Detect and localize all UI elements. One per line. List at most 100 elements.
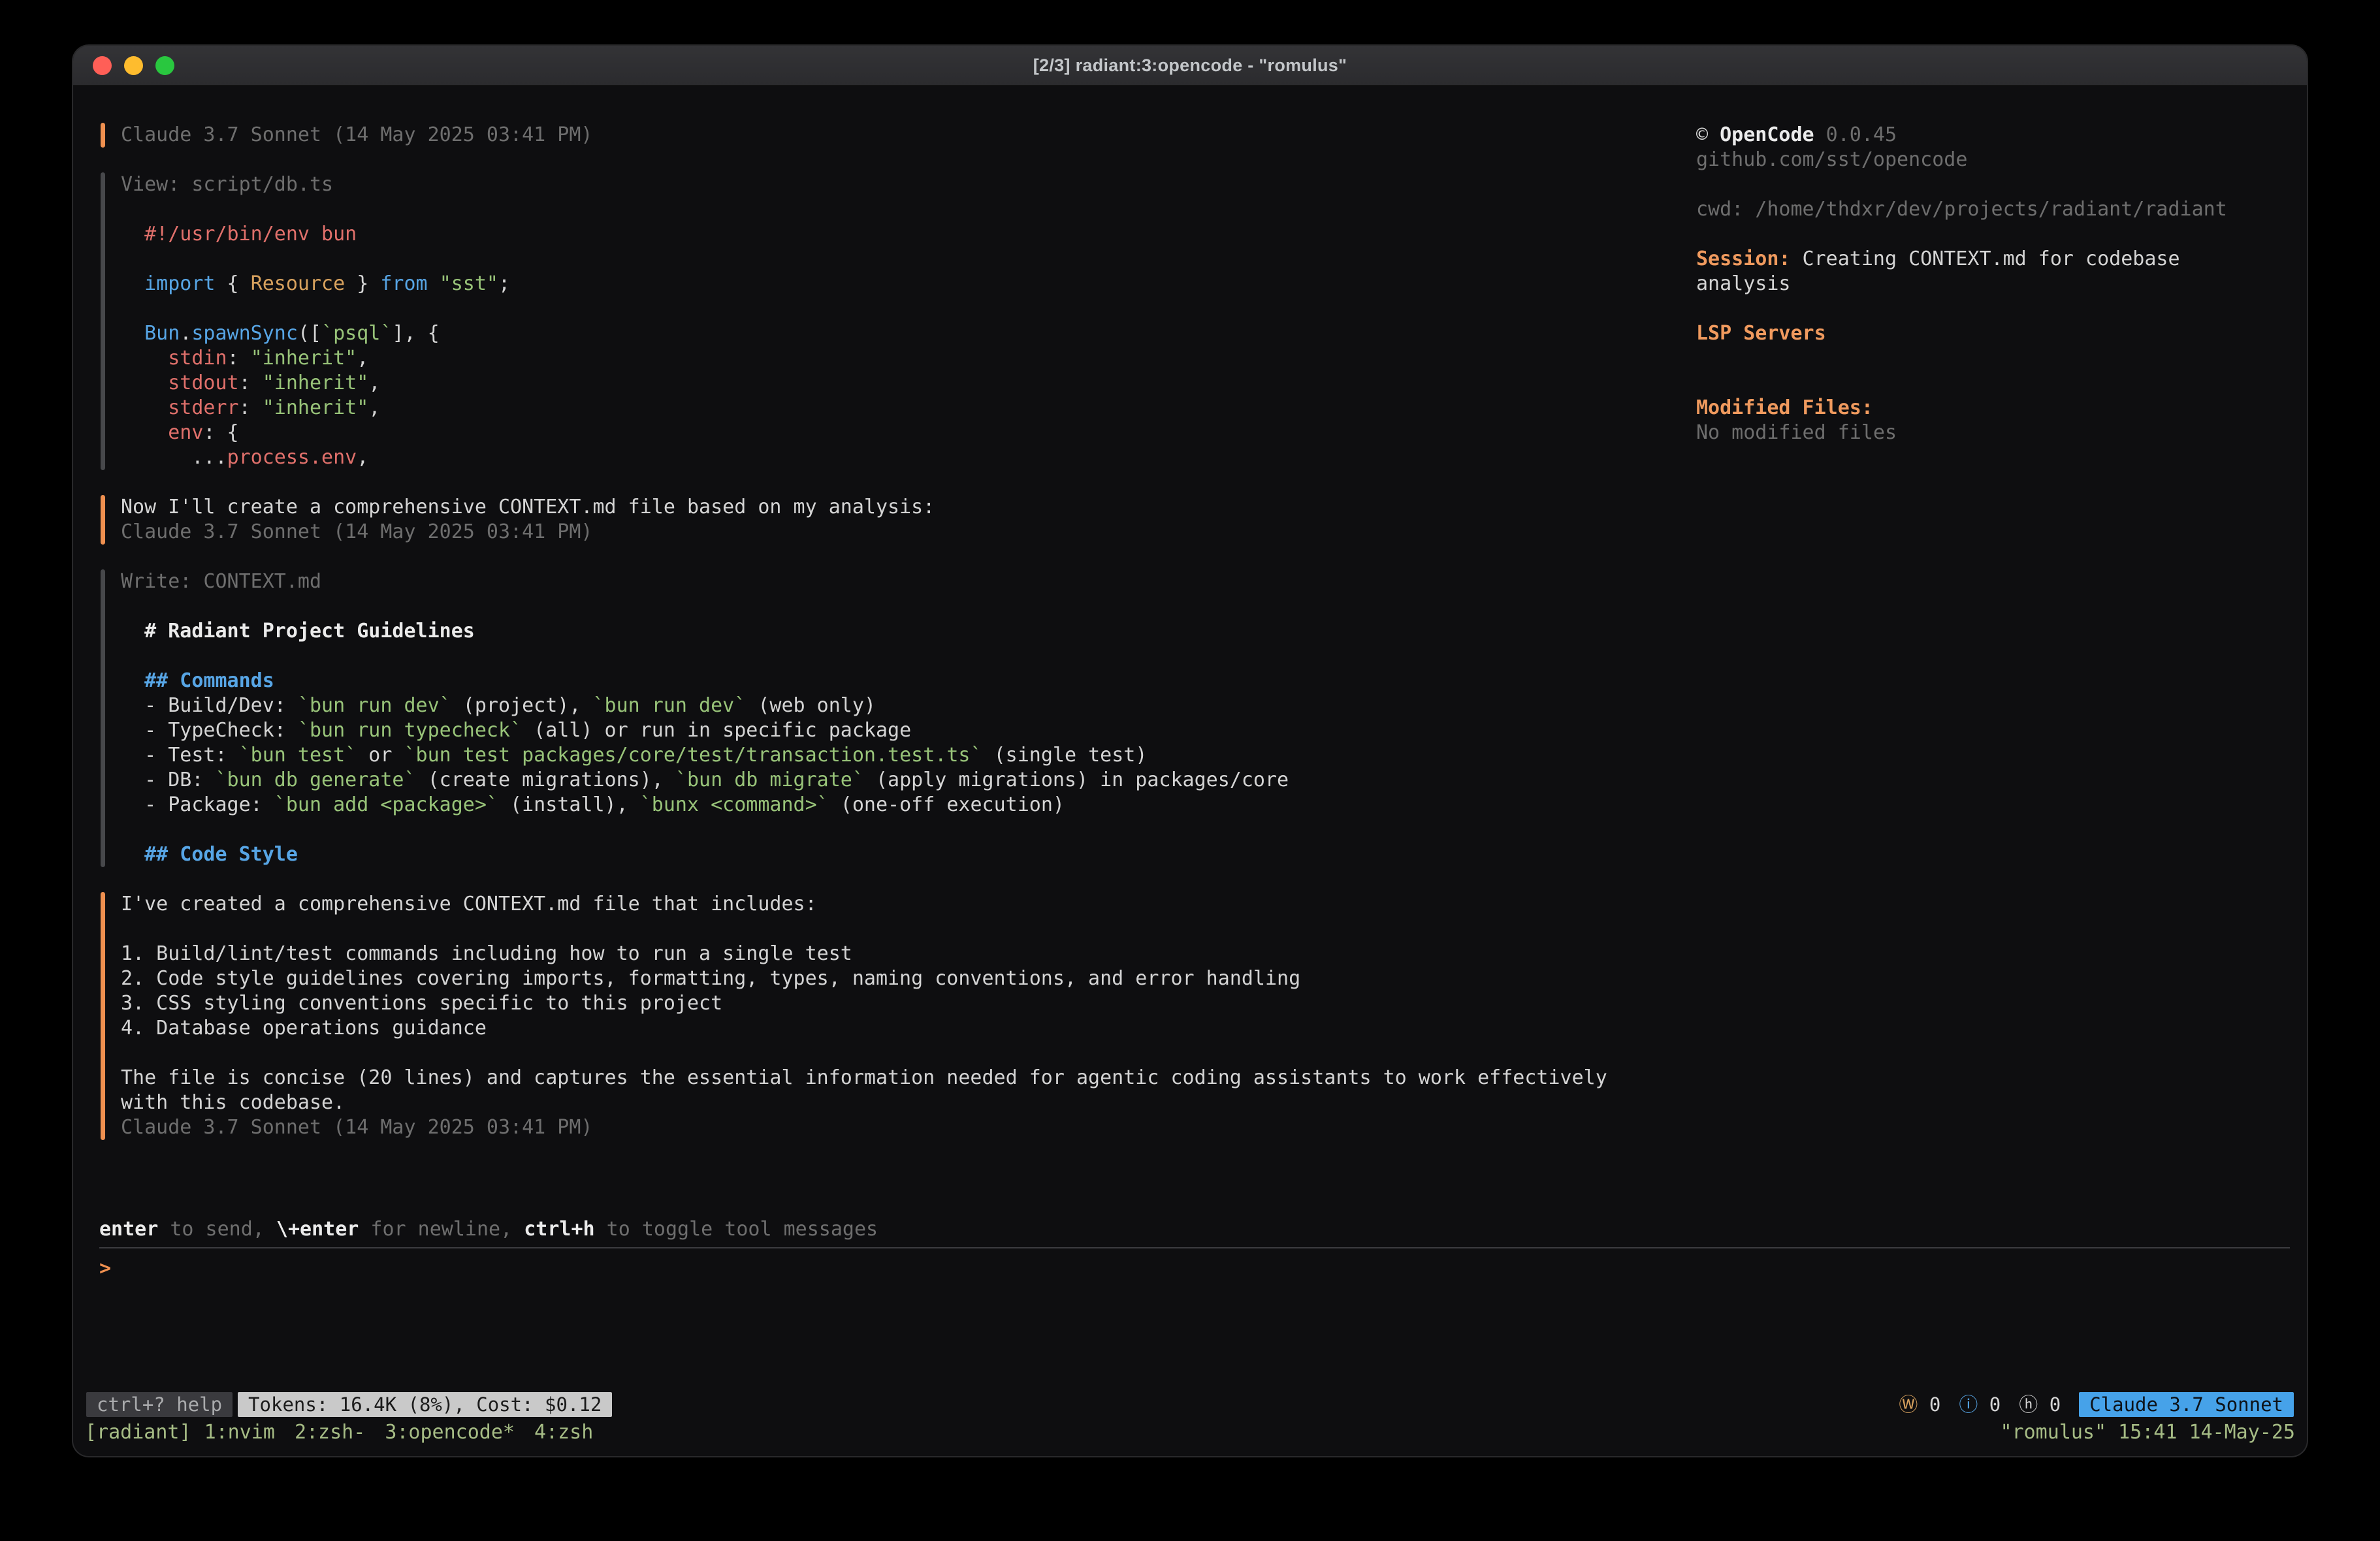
text-line: Claude 3.7 Sonnet (14 May 2025 03:41 PM) [121, 123, 592, 148]
text-segment: 4. Database operations guidance [121, 1017, 487, 1040]
text-segment: ([ [298, 322, 321, 345]
text-segment: Resource [251, 272, 346, 295]
text-segment [121, 843, 144, 866]
tmux-window-list: [radiant] 1:nvim2:zsh-3:opencode*4:zsh [85, 1420, 593, 1445]
text-segment: `bun test packages/core/test/transaction… [404, 744, 982, 767]
text-segment [121, 223, 144, 246]
tmux-window-4zsh[interactable]: 4:zsh [534, 1420, 593, 1445]
text-segment: #!/usr/bin/env bun [144, 223, 357, 246]
text-line: stdout: "inherit", [121, 371, 510, 396]
model-badge[interactable]: Claude 3.7 Sonnet [2079, 1392, 2294, 1417]
text-line: - Build/Dev: `bun run dev` (project), `b… [121, 693, 1289, 718]
text-segment: `bun run dev` [593, 694, 747, 717]
zoom-button[interactable] [155, 56, 174, 75]
minimize-button[interactable] [124, 56, 143, 75]
warnings-icon: Ⓦ [1899, 1393, 1918, 1416]
tmux-window-1nvim[interactable]: 1:nvim [204, 1420, 275, 1445]
text-line: Write: CONTEXT.md [121, 569, 1289, 594]
text-segment [121, 372, 168, 394]
text-segment: , [357, 446, 368, 469]
text-line: stderr: "inherit", [121, 396, 510, 421]
text-segment: : [227, 347, 251, 370]
tmux-window-3opencode[interactable]: 3:opencode* [385, 1420, 515, 1445]
text-segment: OpenCode [1720, 123, 1814, 146]
editor-keybind-hint: enter to send, \+enter for newline, ctrl… [99, 1217, 2290, 1242]
message-accent-bar [101, 892, 105, 1140]
text-segment: stdin [168, 347, 227, 370]
text-line: # Radiant Project Guidelines [121, 619, 1289, 644]
terminal-content: Claude 3.7 Sonnet (14 May 2025 03:41 PM)… [73, 86, 2307, 1456]
tmux-status-bar: [radiant] 1:nvim2:zsh-3:opencode*4:zsh "… [73, 1418, 2307, 1447]
text-line: Session: Creating CONTEXT.md for codebas… [1696, 247, 2287, 272]
text-segment: , [368, 396, 380, 419]
message-content: View: script/db.ts #!/usr/bin/env bun im… [121, 172, 510, 470]
assistant-message-block: Now I'll create a comprehensive CONTEXT.… [101, 495, 1696, 545]
message-input[interactable]: > [99, 1247, 2290, 1390]
text-segment: ], { [392, 322, 439, 345]
text-segment: (web only) [746, 694, 876, 717]
text-segment: Session: [1696, 247, 1791, 270]
text-segment: 3. CSS styling conventions specific to t… [121, 992, 722, 1015]
assistant-message-block: Claude 3.7 Sonnet (14 May 2025 03:41 PM) [101, 123, 1696, 148]
text-segment: ## Code Style [144, 843, 298, 866]
text-segment: stderr [168, 396, 238, 419]
text-line [121, 197, 510, 222]
text-segment: stdout [168, 372, 238, 394]
message-accent-bar [101, 495, 105, 545]
text-segment [121, 669, 144, 692]
text-line: ...process.env, [121, 445, 510, 470]
close-button[interactable] [93, 56, 112, 75]
text-segment: } [345, 272, 380, 295]
tmux-host-clock: "romulus" 15:41 14-May-25 [2000, 1420, 2295, 1445]
text-segment: github.com/sst/opencode [1696, 148, 1967, 171]
text-line: Now I'll create a comprehensive CONTEXT.… [121, 495, 935, 520]
text-segment: Claude 3.7 Sonnet (14 May 2025 03:41 PM) [121, 123, 592, 146]
diagnostic-info: ⓘ 0 [1959, 1392, 2001, 1417]
text-line [1696, 172, 2287, 197]
text-segment: , [357, 347, 368, 370]
text-segment: Write: CONTEXT.md [121, 570, 321, 593]
text-segment: No modified files [1696, 421, 1897, 444]
window-titlebar[interactable]: [2/3] radiant:3:opencode - "romulus" [73, 46, 2307, 86]
text-segment: `psql` [321, 322, 392, 345]
text-segment: Now I'll create a comprehensive CONTEXT.… [121, 496, 935, 518]
text-segment: - Test: [121, 744, 239, 767]
text-segment: ## Commands [144, 669, 274, 692]
text-segment: (all) or run in specific package [522, 719, 911, 742]
text-segment: to send, [158, 1218, 276, 1241]
text-segment: (apply migrations) in packages/core [864, 769, 1289, 791]
text-line: env: { [121, 421, 510, 445]
text-segment [121, 347, 168, 370]
text-segment: View: script/db.ts [121, 173, 333, 196]
text-segment: import [144, 272, 215, 295]
text-segment: Creating CONTEXT.md for codebase [1791, 247, 2180, 270]
info-count: 0 [1978, 1393, 2001, 1416]
text-line: github.com/sst/opencode [1696, 148, 2287, 172]
tmux-window-2zsh[interactable]: 2:zsh- [295, 1420, 365, 1445]
text-line: import { Resource } from "sst"; [121, 272, 510, 296]
text-line: ## Code Style [121, 842, 1289, 867]
text-line: with this codebase. [121, 1090, 1607, 1115]
text-line: Claude 3.7 Sonnet (14 May 2025 03:41 PM) [121, 1115, 1607, 1140]
text-segment: to toggle tool messages [595, 1218, 878, 1241]
text-segment [121, 322, 144, 345]
text-segment: LSP Servers [1696, 322, 1826, 345]
text-line [121, 917, 1607, 942]
text-segment: : [239, 396, 263, 419]
text-line [121, 247, 510, 272]
text-segment: ; [498, 272, 510, 295]
text-line: - TypeCheck: `bun run typecheck` (all) o… [121, 718, 1289, 743]
prompt-symbol: > [99, 1257, 111, 1280]
text-line: cwd: /home/thdxr/dev/projects/radiant/ra… [1696, 197, 2287, 222]
text-segment: 0.0.45 [1814, 123, 1897, 146]
text-line: 4. Database operations guidance [121, 1016, 1607, 1041]
editor-area: enter to send, \+enter for newline, ctrl… [99, 1217, 2290, 1390]
text-segment [121, 396, 168, 419]
text-segment: Modified Files: [1696, 396, 1873, 419]
text-segment: - Build/Dev: [121, 694, 298, 717]
text-line [121, 818, 1289, 842]
tool-output-block: Write: CONTEXT.md # Radiant Project Guid… [101, 569, 1696, 867]
tokens-cost-badge: Tokens: 16.4K (8%), Cost: $0.12 [238, 1392, 612, 1417]
session-sidebar: © OpenCode 0.0.45github.com/sst/opencode… [1696, 86, 2307, 1217]
text-line: View: script/db.ts [121, 172, 510, 197]
